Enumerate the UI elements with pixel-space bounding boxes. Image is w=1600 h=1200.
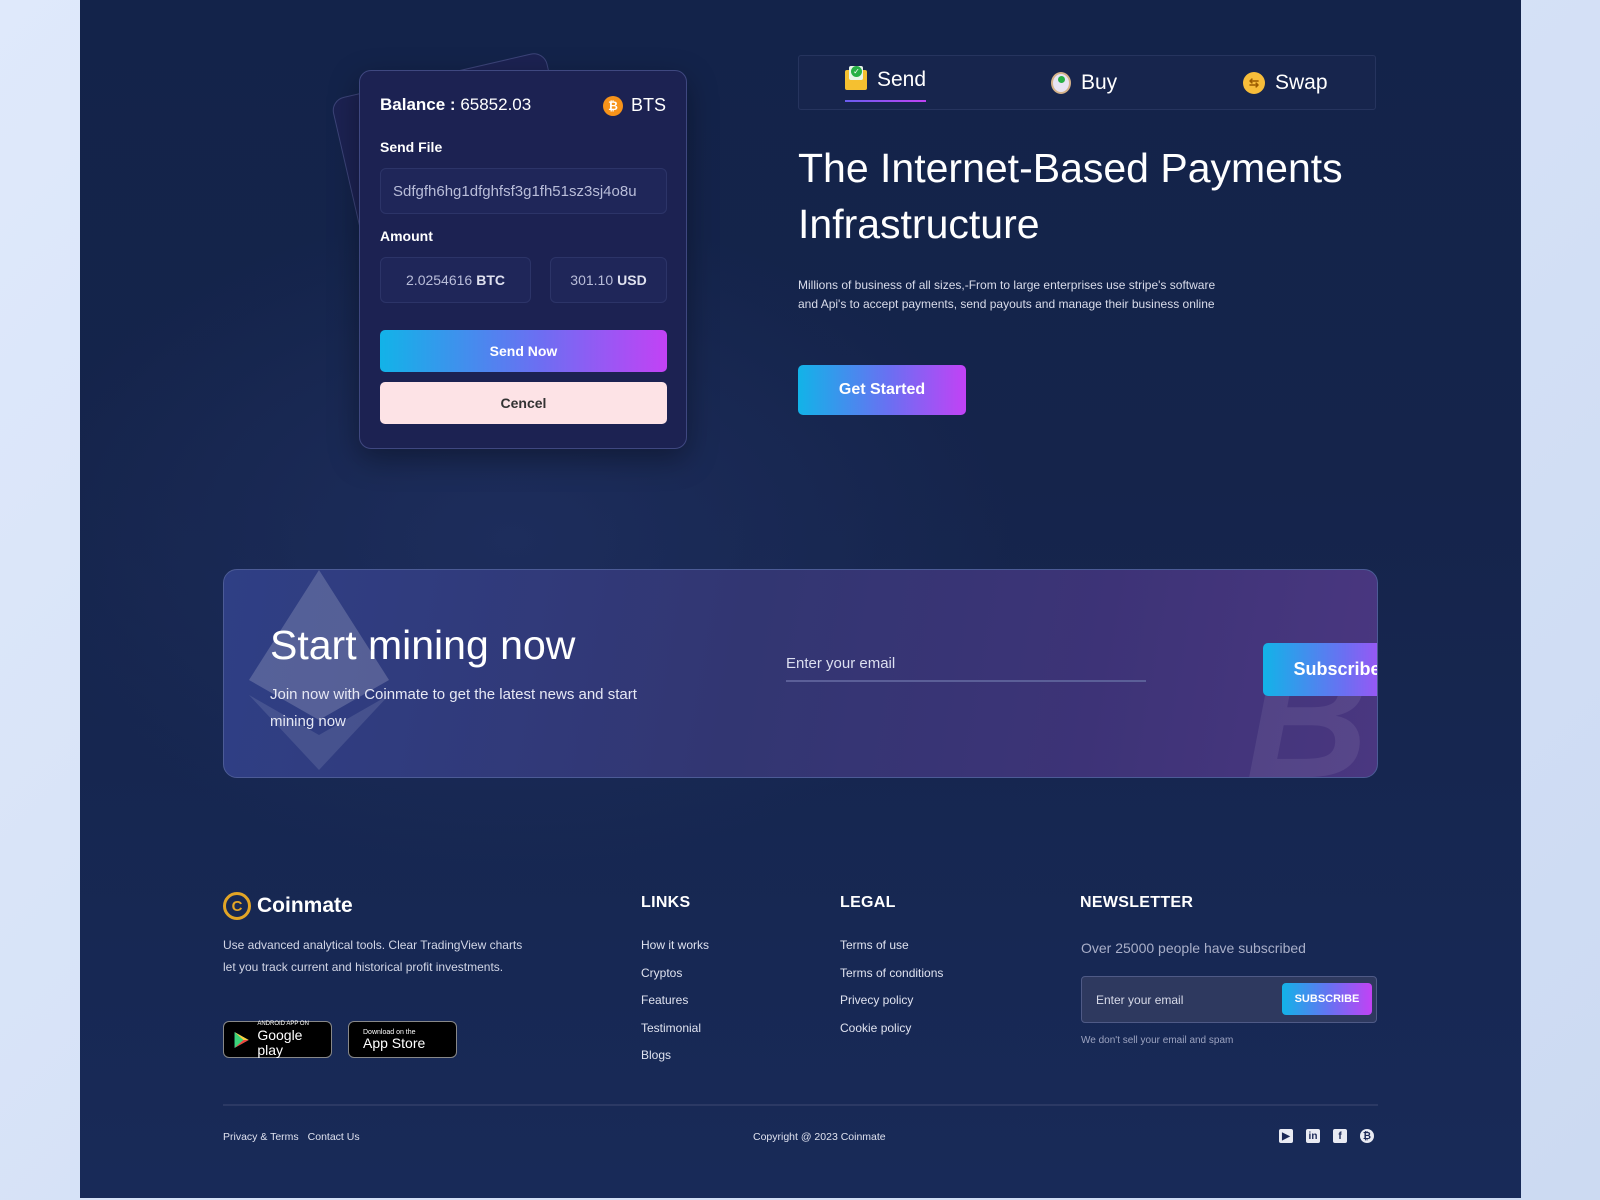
google-play-big: Google play: [257, 1027, 303, 1058]
tab-buy-label: Buy: [1081, 71, 1118, 94]
active-tab-underline: [845, 100, 927, 102]
legal-link[interactable]: Terms of conditions: [840, 966, 943, 994]
bottom-links: Privacy & Terms Contact Us: [223, 1131, 360, 1143]
app-store-badge[interactable]: Download on the App Store: [348, 1021, 457, 1058]
banner-title: Start mining now: [270, 622, 576, 668]
newsletter-heading: NEWSLETTER: [1080, 894, 1194, 911]
bitcoin-icon: ₿: [602, 95, 623, 116]
newsletter-form: SUBSCRIBE: [1081, 976, 1377, 1023]
ethereum-watermark-icon: [249, 570, 389, 770]
cancel-button[interactable]: Cencel: [380, 382, 667, 424]
usd-amount-input[interactable]: 301.10 USD: [550, 257, 667, 303]
get-started-button[interactable]: Get Started: [798, 365, 966, 415]
coinmate-logo-icon: C: [223, 892, 251, 920]
btc-amount-input[interactable]: 2.0254616 BTC: [380, 257, 531, 303]
coin-label: BTS: [630, 95, 666, 115]
google-play-badge[interactable]: ANDROID APP ON Google play: [223, 1021, 332, 1058]
newsletter-note: We don't sell your email and spam: [1081, 1035, 1234, 1046]
footer-divider: [223, 1104, 1378, 1106]
hero-description: Millions of business of all sizes,-From …: [798, 278, 1216, 311]
balance-label: Balance :: [380, 95, 461, 114]
action-tabs: Send Buy ⇆ Swap: [798, 55, 1376, 110]
links-list: How it works Cryptos Features Testimonia…: [641, 938, 709, 1076]
footer-brand[interactable]: C Coinmate: [223, 892, 353, 920]
contact-us-link[interactable]: Contact Us: [308, 1131, 360, 1143]
footer-link[interactable]: Cryptos: [641, 966, 709, 994]
swap-coin-icon: ⇆: [1243, 72, 1265, 94]
send-now-button[interactable]: Send Now: [380, 330, 667, 372]
btc-amount-value: 2.0254616: [406, 272, 473, 288]
tab-swap-label: Swap: [1275, 71, 1328, 94]
bitcoin-icon[interactable]: ₿: [1360, 1129, 1374, 1143]
tab-send-label: Send: [877, 68, 927, 91]
social-links: ▶ in f ₿: [1279, 1129, 1374, 1143]
balance: Balance : 65852.03: [380, 95, 531, 115]
brand-name: Coinmate: [257, 894, 353, 917]
newsletter-count: Over 25000 people have subscribed: [1081, 940, 1306, 956]
hero-title: The Internet-Based Payments Infrastructu…: [798, 145, 1343, 247]
receipt-icon: [1051, 72, 1071, 94]
usd-unit: USD: [617, 272, 647, 288]
wallet-card: Balance : 65852.03 ₿ BTS Send File Sdfgf…: [359, 70, 687, 449]
google-play-icon: [234, 1031, 249, 1048]
newsletter-subscribe-button[interactable]: SUBSCRIBE: [1282, 983, 1372, 1015]
tab-buy[interactable]: Buy: [1051, 71, 1117, 95]
tab-send[interactable]: Send: [845, 66, 927, 102]
facebook-icon[interactable]: f: [1333, 1129, 1347, 1143]
address-input[interactable]: Sdfgfh6hg1dfghfsf3g1fh51sz3sj4o8u: [380, 168, 667, 214]
legal-list: Terms of use Terms of conditions Privecy…: [840, 938, 943, 1048]
linkedin-icon[interactable]: in: [1306, 1129, 1320, 1143]
footer-link[interactable]: Blogs: [641, 1048, 709, 1076]
footer-link[interactable]: Features: [641, 993, 709, 1021]
mail-check-icon: [845, 66, 867, 90]
app-store-big: App Store: [363, 1034, 426, 1051]
amount-label: Amount: [380, 228, 433, 244]
coin-selector[interactable]: ₿ BTS: [602, 95, 666, 116]
newsletter-email-input[interactable]: [1096, 977, 1266, 1022]
legal-heading: LEGAL: [840, 894, 896, 911]
banner-email-input[interactable]: [786, 646, 1146, 682]
privacy-terms-link[interactable]: Privacy & Terms: [223, 1131, 299, 1143]
page-frame: Balance : 65852 Send File Sdfgfh6hg1dfg …: [80, 0, 1521, 1198]
copyright: Copyright @ 2023 Coinmate: [753, 1131, 886, 1143]
btc-unit: BTC: [476, 272, 505, 288]
legal-link[interactable]: Terms of use: [840, 938, 943, 966]
mining-banner: B Start mining now Join now with Coinmat…: [223, 569, 1378, 778]
balance-value: 65852.03: [460, 95, 532, 114]
banner-subscribe-button[interactable]: Subscribe: [1263, 643, 1377, 696]
usd-amount-value: 301.10: [570, 272, 614, 288]
legal-link[interactable]: Cookie policy: [840, 1021, 943, 1049]
legal-link[interactable]: Privecy policy: [840, 993, 943, 1021]
youtube-icon[interactable]: ▶: [1279, 1129, 1293, 1143]
brand-description: Use advanced analytical tools. Clear Tra…: [223, 938, 523, 974]
footer-link[interactable]: Testimonial: [641, 1021, 709, 1049]
send-file-label: Send File: [380, 139, 443, 155]
banner-subtitle: Join now with Coinmate to get the latest…: [270, 686, 637, 730]
links-heading: LINKS: [641, 894, 691, 911]
tab-swap[interactable]: ⇆ Swap: [1243, 71, 1328, 95]
footer-link[interactable]: How it works: [641, 938, 709, 966]
